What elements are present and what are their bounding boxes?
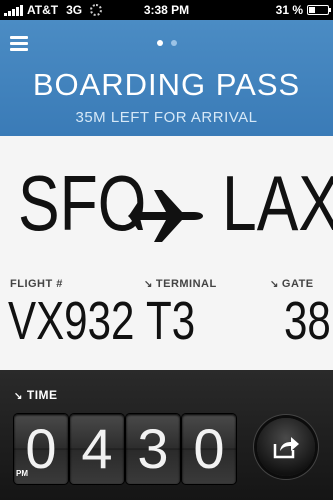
flight-number-value: VX932 <box>8 291 135 351</box>
time-digit-2: 4 <box>70 414 124 484</box>
airplane-icon <box>128 190 203 242</box>
arrow-down-right-icon: ↘ <box>144 279 153 290</box>
share-button[interactable] <box>257 418 315 476</box>
page-title: BOARDING PASS <box>32 67 301 102</box>
flight-route: SFO LAX <box>0 156 333 266</box>
status-bar: AT&T 3G 3:38 PM 31 % <box>0 0 333 20</box>
time-digit-4: 0 <box>182 414 236 484</box>
arrow-down-right-icon: ↘ <box>270 279 279 290</box>
time-label-text: TIME <box>26 388 58 402</box>
time-digit-3: 3 <box>126 414 180 484</box>
destination-airport: LAX <box>222 159 333 247</box>
status-right: 31 % <box>275 3 331 17</box>
arrow-down-right-icon: ↘ <box>14 391 23 402</box>
flight-number-label-text: FLIGHT # <box>10 278 63 290</box>
battery-icon <box>307 5 331 15</box>
boarding-pass-card: SFO LAX FLIGHT # VX932 ↘ TERMINAL T3 ↘ GAT… <box>0 136 333 370</box>
share-icon <box>273 437 299 459</box>
page-indicator[interactable] <box>0 40 333 46</box>
time-label: ↘ TIME <box>14 388 58 402</box>
gate-label: ↘ GATE <box>270 278 314 290</box>
page-dot-1[interactable] <box>156 40 163 46</box>
gate-value: 38 <box>284 291 331 351</box>
flight-number-label: FLIGHT # <box>10 278 63 290</box>
battery-percent: 31 % <box>275 3 303 17</box>
ampm-indicator: PM <box>16 469 28 478</box>
boarding-pass-header: BOARDING PASS 35M LEFT FOR ARRIVAL <box>0 20 333 136</box>
page-dot-2[interactable] <box>170 40 177 46</box>
terminal-label: ↘ TERMINAL <box>144 278 217 290</box>
gate-label-text: GATE <box>281 278 314 290</box>
terminal-value: T3 <box>146 291 196 351</box>
terminal-label-text: TERMINAL <box>155 278 217 290</box>
arrival-countdown: 35M LEFT FOR ARRIVAL <box>75 109 258 126</box>
time-panel: ↘ TIME 0 4 3 0 PM <box>0 370 333 500</box>
